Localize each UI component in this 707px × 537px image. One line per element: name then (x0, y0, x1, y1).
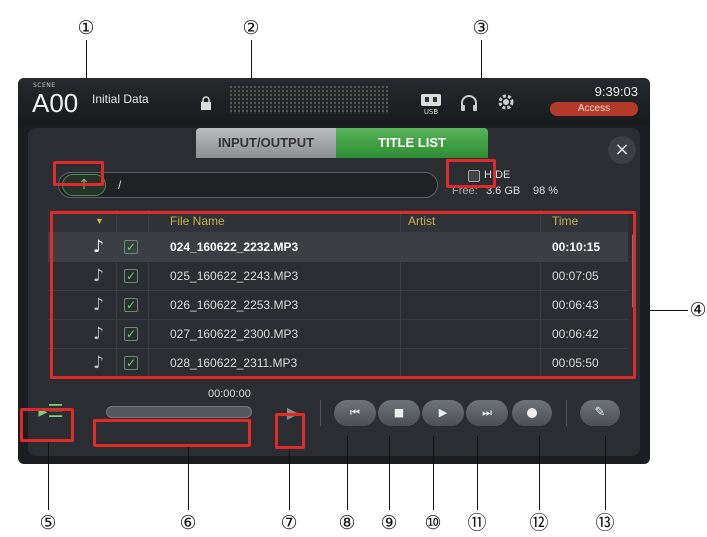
meter-segment (326, 86, 328, 114)
meter-segment (270, 86, 272, 114)
callout-7: ⑦ (280, 512, 298, 534)
meter-segment (350, 86, 352, 114)
meter-segment (294, 86, 296, 114)
meter-segment (242, 86, 244, 114)
meter-segment (338, 86, 340, 114)
elapsed-time: 00:00:00 (208, 388, 251, 400)
record-icon (527, 408, 537, 418)
callout-11: ⑪ (467, 512, 487, 534)
meter-segment (374, 86, 376, 114)
stop-button[interactable]: ■ (378, 400, 420, 426)
path-field (58, 172, 438, 198)
callout-9: ⑨ (380, 512, 398, 534)
leader-10 (433, 436, 434, 510)
meter-segment (346, 86, 348, 114)
clock: 9:39:03 (594, 84, 638, 99)
highlight-6 (93, 419, 251, 447)
callout-12: ⑫ (529, 512, 549, 534)
meter-segment (318, 86, 320, 114)
usb-recorder-icon[interactable]: USB (418, 90, 444, 116)
playback-progress-bar[interactable] (106, 406, 252, 418)
play-button[interactable]: ▶ (422, 400, 464, 426)
edit-button[interactable]: ✎ (580, 400, 620, 426)
leader-5 (48, 442, 49, 510)
meter-segment (274, 86, 276, 114)
highlight-7 (275, 413, 305, 449)
tab-title-list[interactable]: TITLE LIST (336, 128, 488, 158)
leader-11 (477, 436, 478, 510)
leader-12 (539, 436, 540, 510)
meter-segment (310, 86, 312, 114)
callout-10: ⑩ (424, 512, 442, 534)
leader-7 (289, 449, 290, 510)
callout-6: ⑥ (179, 512, 197, 534)
svg-text:USB: USB (424, 108, 439, 116)
meter-segment (298, 86, 300, 114)
highlight-5 (20, 408, 74, 442)
record-button[interactable] (512, 400, 552, 426)
highlight-1 (53, 161, 104, 186)
meter-segment (246, 86, 248, 114)
scene-title: Initial Data (92, 92, 149, 106)
free-space-percent: 98 % (533, 185, 559, 197)
callout-5: ⑤ (39, 512, 57, 534)
meter-segment (262, 86, 264, 114)
meter-segment (354, 86, 356, 114)
meter-segment (342, 86, 344, 114)
meter-segment (382, 86, 384, 114)
divider (320, 400, 321, 426)
meter-segment (366, 86, 368, 114)
meter-segment (254, 86, 256, 114)
highlight-4 (50, 211, 636, 379)
meter-segment (314, 86, 316, 114)
level-meters[interactable] (230, 86, 390, 114)
headphone-icon[interactable] (460, 94, 478, 112)
callout-1: ① (77, 17, 95, 39)
meter-segment (378, 86, 380, 114)
meter-segment (334, 86, 336, 114)
rewind-button[interactable]: ⏮ (334, 400, 376, 426)
meter-segment (238, 86, 240, 114)
leader-6 (188, 447, 189, 510)
fast-forward-button[interactable]: ⏭ (466, 400, 508, 426)
callout-13: ⑬ (595, 512, 615, 534)
divider (566, 400, 567, 426)
meter-segment (358, 86, 360, 114)
tab-input-output[interactable]: INPUT/OUTPUT (196, 128, 336, 158)
callout-3: ③ (472, 17, 490, 39)
leader-13 (605, 436, 606, 510)
meter-segment (250, 86, 252, 114)
meter-segment (386, 86, 388, 114)
meter-segment (230, 86, 232, 114)
current-path: / (118, 178, 122, 192)
meter-segment (302, 86, 304, 114)
close-button[interactable]: × (608, 136, 636, 164)
access-badge: Access (550, 102, 638, 116)
meter-segment (282, 86, 284, 114)
highlight-3 (446, 159, 496, 188)
callout-8: ⑧ (338, 512, 356, 534)
meter-segment (278, 86, 280, 114)
gear-icon[interactable] (496, 92, 516, 112)
lock-icon (201, 96, 211, 110)
meter-segment (286, 86, 288, 114)
callout-2: ② (242, 17, 260, 39)
meter-segment (330, 86, 332, 114)
top-bar: SCENE A00 Initial Data USB 9:39:03 Acces… (18, 78, 650, 126)
meter-segment (290, 86, 292, 114)
meter-segment (258, 86, 260, 114)
leader-9 (389, 436, 390, 510)
meter-segment (266, 86, 268, 114)
scene-number[interactable]: A00 (32, 88, 78, 119)
meter-segment (234, 86, 236, 114)
callout-4: ④ (689, 299, 707, 321)
meter-segment (322, 86, 324, 114)
leader-8 (347, 436, 348, 510)
meter-segment (370, 86, 372, 114)
meter-segment (362, 86, 364, 114)
meter-segment (306, 86, 308, 114)
